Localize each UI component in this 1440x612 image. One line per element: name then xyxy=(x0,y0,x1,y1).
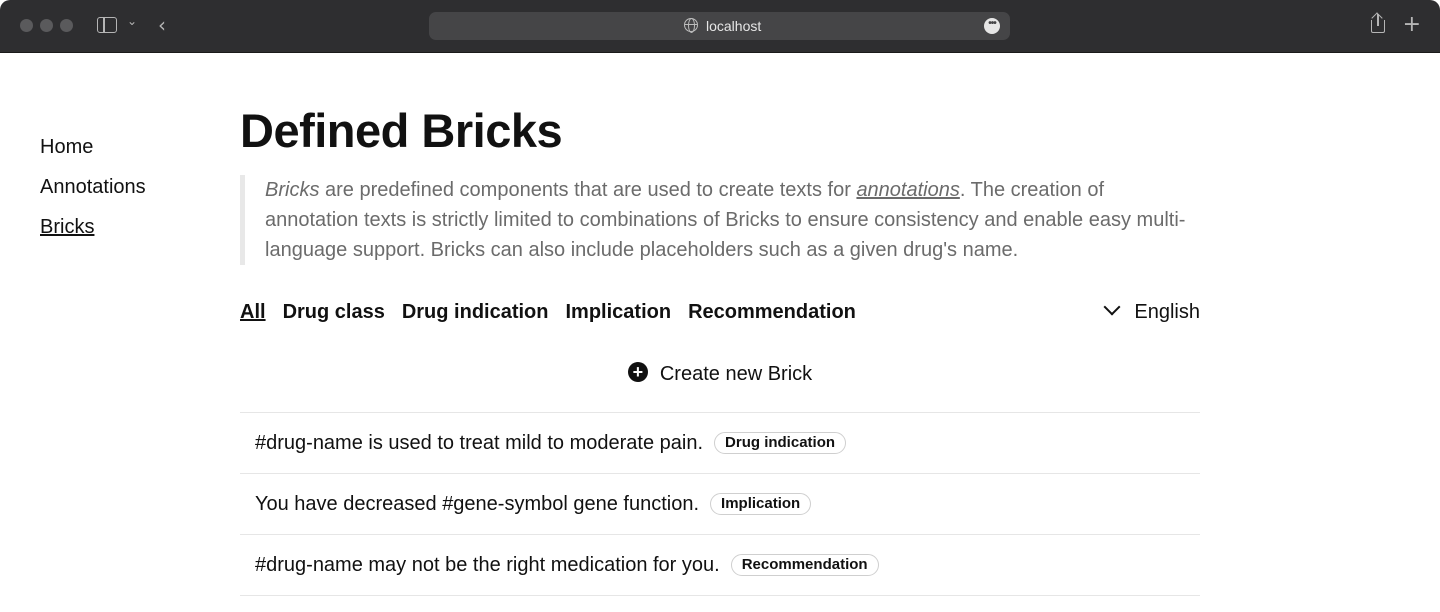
page-title: Defined Bricks xyxy=(240,104,563,157)
description-text-1: are predefined components that are used … xyxy=(319,179,857,201)
category-badge: Drug indication xyxy=(714,432,847,454)
chevron-down-icon[interactable]: ⌄ xyxy=(127,14,137,28)
page-description: Bricks are predefined components that ar… xyxy=(240,175,1200,265)
list-item[interactable]: #drug-name may not be the right medicati… xyxy=(240,535,1200,596)
create-brick-button[interactable]: + Create new Brick xyxy=(240,359,1200,389)
language-value: English xyxy=(1134,301,1200,323)
category-filter-bar: All Drug class Drug indication Implication R… xyxy=(240,297,1200,327)
nav-item-bricks[interactable]: Bricks xyxy=(40,213,146,253)
close-window-button[interactable] xyxy=(20,19,33,32)
page-content: Home Annotations Bricks Defined Bricks B… xyxy=(0,53,1440,612)
filter-drug-indication[interactable]: Drug indication xyxy=(402,297,549,327)
nav-item-annotations[interactable]: Annotations xyxy=(40,173,146,213)
chevron-down-icon xyxy=(1103,298,1121,316)
nav-item-home[interactable]: Home xyxy=(40,133,146,173)
list-item[interactable]: #drug-name is used to treat mild to mode… xyxy=(240,413,1200,474)
filter-drug-class[interactable]: Drug class xyxy=(283,297,385,327)
brick-text: You have decreased #gene-symbol gene fun… xyxy=(255,492,700,515)
address-bar[interactable]: localhost ••• xyxy=(429,12,1010,40)
more-options-icon[interactable]: ••• xyxy=(984,18,1000,34)
list-item[interactable]: You have decreased #gene-symbol gene fun… xyxy=(240,474,1200,535)
category-badge: Recommendation xyxy=(730,554,879,576)
globe-icon xyxy=(684,18,698,33)
browser-window: ⌄ ‹ localhost ••• + Home Annotations Bri… xyxy=(0,0,1440,612)
create-brick-label: Create new Brick xyxy=(659,363,813,385)
share-icon[interactable] xyxy=(1370,12,1386,34)
language-select[interactable]: English xyxy=(1103,297,1200,327)
side-nav: Home Annotations Bricks xyxy=(40,133,146,253)
back-arrow-icon[interactable]: ‹ xyxy=(158,13,166,37)
plus-circle-icon: + xyxy=(627,362,648,382)
description-term: Bricks xyxy=(265,179,320,201)
category-badge: Implication xyxy=(710,493,812,515)
annotations-link[interactable]: annotations xyxy=(856,179,959,201)
brick-text: #drug-name may not be the right medicati… xyxy=(255,553,720,576)
minimize-window-button[interactable] xyxy=(40,19,53,32)
filter-all[interactable]: All xyxy=(240,297,266,327)
zoom-window-button[interactable] xyxy=(60,19,73,32)
address-text: localhost xyxy=(706,18,762,34)
filter-recommendation[interactable]: Recommendation xyxy=(688,297,856,327)
sidebar-toggle-icon[interactable] xyxy=(97,17,117,33)
browser-toolbar: ⌄ ‹ localhost ••• + xyxy=(0,0,1440,53)
new-tab-icon[interactable]: + xyxy=(1403,12,1421,37)
brick-text: #drug-name is used to treat mild to mode… xyxy=(255,431,704,454)
filter-implication[interactable]: Implication xyxy=(566,297,672,327)
bricks-list: #drug-name is used to treat mild to mode… xyxy=(240,412,1200,596)
main-content: Defined Bricks Bricks are predefined com… xyxy=(240,103,1200,596)
